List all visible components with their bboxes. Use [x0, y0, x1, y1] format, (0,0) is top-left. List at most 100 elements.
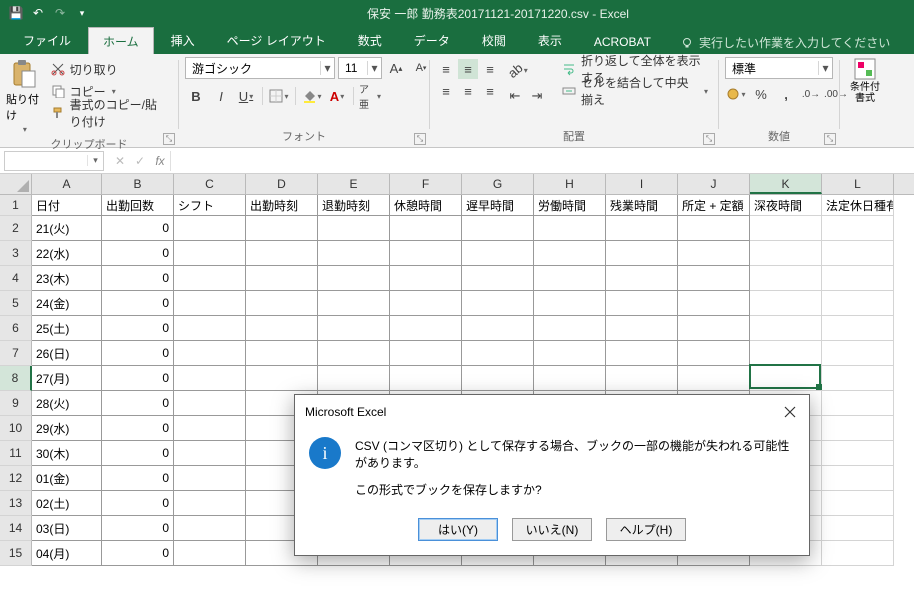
cell[interactable]: [174, 441, 246, 466]
cell[interactable]: [462, 366, 534, 391]
column-header-I[interactable]: I: [606, 174, 678, 194]
row-header-11[interactable]: 11: [0, 441, 32, 466]
tab-review[interactable]: 校閲: [467, 26, 521, 54]
alignment-launcher[interactable]: ⤡: [703, 133, 715, 145]
cell[interactable]: [318, 291, 390, 316]
cell[interactable]: [174, 341, 246, 366]
cell[interactable]: [750, 241, 822, 266]
cell[interactable]: [822, 316, 894, 341]
decrease-indent-button[interactable]: ⇤: [504, 85, 526, 107]
tab-acrobat[interactable]: ACROBAT: [579, 29, 666, 54]
dialog-close-button[interactable]: [781, 403, 799, 421]
cell[interactable]: [534, 341, 606, 366]
cell[interactable]: [678, 266, 750, 291]
cell[interactable]: [678, 291, 750, 316]
tab-home[interactable]: ホーム: [88, 27, 154, 54]
cell[interactable]: [390, 241, 462, 266]
cell[interactable]: [246, 341, 318, 366]
cell[interactable]: [246, 366, 318, 391]
cell[interactable]: 28(火): [32, 391, 102, 416]
cell[interactable]: [822, 241, 894, 266]
header-cell[interactable]: 残業時間: [606, 195, 678, 216]
header-cell[interactable]: 法定休日種有: [822, 195, 894, 216]
cell[interactable]: [174, 491, 246, 516]
cell[interactable]: [822, 266, 894, 291]
dialog-help-button[interactable]: ヘルプ(H): [606, 518, 686, 541]
cell[interactable]: [462, 316, 534, 341]
cell[interactable]: [606, 291, 678, 316]
cell[interactable]: [750, 291, 822, 316]
header-cell[interactable]: 遅早時間: [462, 195, 534, 216]
qat-more-icon[interactable]: ▾: [74, 8, 90, 19]
cell[interactable]: [822, 541, 894, 566]
cell[interactable]: 0: [102, 341, 174, 366]
row-header-14[interactable]: 14: [0, 516, 32, 541]
cell[interactable]: [606, 216, 678, 241]
cell[interactable]: 0: [102, 491, 174, 516]
row-header-10[interactable]: 10: [0, 416, 32, 441]
cell[interactable]: 0: [102, 316, 174, 341]
cell[interactable]: [822, 441, 894, 466]
cell[interactable]: 0: [102, 466, 174, 491]
cell[interactable]: [246, 291, 318, 316]
cell[interactable]: [822, 366, 894, 391]
insert-function-button[interactable]: fx: [150, 154, 170, 168]
column-header-H[interactable]: H: [534, 174, 606, 194]
row-header-3[interactable]: 3: [0, 241, 32, 266]
column-header-J[interactable]: J: [678, 174, 750, 194]
header-cell[interactable]: 出勤時刻: [246, 195, 318, 216]
cell[interactable]: [822, 291, 894, 316]
cell[interactable]: [534, 291, 606, 316]
cell[interactable]: 27(月): [32, 366, 102, 391]
cell[interactable]: [750, 366, 822, 391]
cell[interactable]: 29(水): [32, 416, 102, 441]
column-header-F[interactable]: F: [390, 174, 462, 194]
cell[interactable]: 0: [102, 541, 174, 566]
cell[interactable]: [678, 216, 750, 241]
cell[interactable]: [390, 316, 462, 341]
column-header-C[interactable]: C: [174, 174, 246, 194]
column-header-B[interactable]: B: [102, 174, 174, 194]
cell[interactable]: 0: [102, 366, 174, 391]
cell[interactable]: [390, 266, 462, 291]
cell[interactable]: 0: [102, 441, 174, 466]
cell[interactable]: 0: [102, 416, 174, 441]
align-right-button[interactable]: ≡: [480, 81, 500, 101]
cell[interactable]: 0: [102, 266, 174, 291]
cell[interactable]: [174, 241, 246, 266]
row-header-13[interactable]: 13: [0, 491, 32, 516]
number-launcher[interactable]: ⤡: [824, 133, 836, 145]
align-center-button[interactable]: ≡: [458, 81, 478, 101]
italic-button[interactable]: I: [210, 85, 232, 107]
paste-button[interactable]: 貼り付け ▾: [6, 57, 43, 134]
cell[interactable]: 0: [102, 516, 174, 541]
cell[interactable]: [390, 291, 462, 316]
phonetic-button[interactable]: ア亜▾: [359, 85, 381, 107]
cell[interactable]: [174, 416, 246, 441]
column-header-L[interactable]: L: [822, 174, 894, 194]
cell[interactable]: 22(水): [32, 241, 102, 266]
tab-file[interactable]: ファイル: [8, 26, 86, 54]
cell[interactable]: [606, 341, 678, 366]
cell[interactable]: [318, 341, 390, 366]
cell[interactable]: 01(金): [32, 466, 102, 491]
undo-icon[interactable]: ↶: [30, 6, 46, 20]
cell[interactable]: [390, 216, 462, 241]
cell[interactable]: [318, 241, 390, 266]
cell[interactable]: [174, 391, 246, 416]
accept-formula-button[interactable]: ✓: [130, 154, 150, 168]
column-header-D[interactable]: D: [246, 174, 318, 194]
bold-button[interactable]: B: [185, 85, 207, 107]
cell[interactable]: 02(土): [32, 491, 102, 516]
cell[interactable]: [822, 516, 894, 541]
column-header-G[interactable]: G: [462, 174, 534, 194]
cell[interactable]: [174, 316, 246, 341]
cell[interactable]: [534, 241, 606, 266]
cell[interactable]: [318, 366, 390, 391]
header-cell[interactable]: 日付: [32, 195, 102, 216]
row-header-15[interactable]: 15: [0, 541, 32, 566]
increase-decimal-button[interactable]: .0→: [800, 83, 822, 105]
column-header-K[interactable]: K: [750, 174, 822, 194]
cell[interactable]: [606, 241, 678, 266]
cell[interactable]: [462, 241, 534, 266]
